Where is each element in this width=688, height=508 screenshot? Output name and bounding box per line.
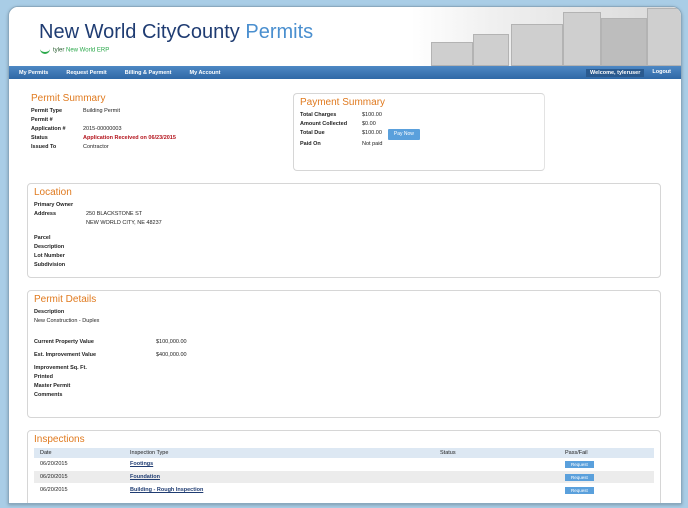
nav-my-permits[interactable]: My Permits [19, 70, 48, 76]
paid-on-label: Paid On [300, 141, 321, 147]
table-header: Date Inspection Type Status Pass/Fail [34, 448, 654, 458]
issued-to-value: Contractor [83, 144, 109, 150]
lot-number-label: Lot Number [34, 253, 65, 259]
details-description-value: New Construction - Duplex [34, 318, 100, 324]
permit-details-section: Permit Details Description New Construct… [27, 290, 661, 418]
inspection-type-link[interactable]: Footings [130, 461, 153, 467]
est-improvement-value-label: Est. Improvement Value [34, 352, 97, 358]
master-permit-label: Master Permit [34, 383, 71, 389]
est-improvement-value: $400,000.00 [156, 352, 187, 358]
page-header: New World CityCounty Permits tyler New W… [9, 7, 681, 66]
inspections-title: Inspections [34, 434, 85, 445]
welcome-text: Welcome, tyleruser [586, 68, 645, 77]
current-property-value: $100,000.00 [156, 339, 187, 345]
main-nav: My Permits Request Permit Billing & Paym… [9, 66, 681, 79]
logo-swoosh-icon [40, 46, 50, 54]
location-section: Location Primary Owner Address 250 BLACKS… [27, 183, 661, 278]
location-title: Location [34, 187, 72, 198]
logo-subtext: New World ERP [66, 47, 110, 54]
row-date: 06/20/2015 [40, 461, 68, 467]
details-description-label: Description [34, 309, 65, 315]
address-line2: NEW WORLD CITY, NE 48237 [86, 220, 162, 226]
permit-summary-title: Permit Summary [31, 93, 106, 104]
app-title-main: New World CityCounty [39, 21, 240, 43]
address-spacer [34, 219, 86, 228]
current-property-value-label: Current Property Value [34, 339, 94, 345]
col-status: Status [440, 450, 456, 456]
address-label: Address [34, 211, 57, 217]
payment-summary-title: Payment Summary [300, 97, 386, 108]
permit-type-label: Permit Type [31, 108, 63, 114]
permit-type-value: Building Permit [83, 108, 120, 114]
improvement-sqft-label: Improvement Sq. Ft. [34, 365, 87, 371]
table-row: 06/20/2015 Building - Rough Inspection R… [34, 484, 654, 497]
amount-collected-label: Amount Collected [300, 121, 348, 127]
total-due-value: $100.00 [362, 130, 382, 136]
inspection-type-link[interactable]: Foundation [130, 474, 160, 480]
payment-summary-section: Payment Summary Total Charges $100.00 Amo… [293, 93, 545, 171]
city-skyline-image [411, 7, 681, 66]
row-date: 06/20/2015 [40, 474, 68, 480]
inspection-type-link[interactable]: Building - Rough Inspection [130, 487, 203, 493]
col-pass-fail: Pass/Fail [565, 450, 588, 456]
app-title: New World CityCounty Permits [39, 21, 313, 44]
permit-number-label: Permit # [31, 117, 53, 123]
comments-label: Comments [34, 392, 63, 398]
permit-summary-section: Permit Summary Permit Type Building Permi… [31, 93, 281, 152]
logo-text: tyler [53, 47, 65, 54]
nav-request-permit[interactable]: Request Permit [66, 70, 106, 76]
row-date: 06/20/2015 [40, 487, 68, 493]
address-line1: 250 BLACKSTONE ST [86, 211, 143, 217]
inspections-table: Date Inspection Type Status Pass/Fail 06… [34, 448, 654, 497]
browser-frame: New World CityCounty Permits tyler New W… [8, 6, 682, 504]
issued-to-label: Issued To [31, 144, 57, 150]
printed-label: Printed [34, 374, 53, 380]
total-charges-label: Total Charges [300, 112, 337, 118]
table-row: 06/20/2015 Foundation Request [34, 471, 654, 484]
tyler-logo: tyler New World ERP [40, 46, 109, 54]
amount-collected-value: $0.00 [362, 121, 376, 127]
request-button[interactable]: Request [565, 473, 594, 481]
pay-now-button[interactable]: Pay Now [387, 129, 420, 140]
parcel-label: Parcel [34, 235, 51, 241]
description-label: Description [34, 244, 65, 250]
request-button[interactable]: Request [565, 486, 594, 494]
total-charges-value: $100.00 [362, 112, 382, 118]
main-content: Permit Summary Permit Type Building Permi… [17, 91, 673, 503]
request-button[interactable]: Request [565, 460, 594, 468]
permit-details-title: Permit Details [34, 294, 97, 305]
application-number-value: 2015-00000003 [83, 126, 122, 132]
inspections-section: Inspections Date Inspection Type Status … [27, 430, 661, 503]
application-number-label: Application # [31, 126, 66, 132]
subdivision-label: Subdivision [34, 262, 66, 268]
logout-link[interactable]: Logout [652, 69, 671, 77]
total-due-label: Total Due [300, 130, 325, 136]
nav-billing-payment[interactable]: Billing & Payment [125, 70, 172, 76]
col-date: Date [40, 450, 52, 456]
nav-right: Welcome, tyleruser Logout [586, 68, 671, 77]
primary-owner-label: Primary Owner [34, 202, 74, 208]
col-inspection-type: Inspection Type [130, 450, 169, 456]
paid-on-value: Not paid [362, 141, 383, 147]
nav-my-account[interactable]: My Account [189, 70, 220, 76]
status-label: Status [31, 135, 48, 141]
app-title-accent: Permits [245, 21, 314, 43]
table-row: 06/20/2015 Footings Request [34, 458, 654, 471]
status-value: Application Received on 06/23/2015 [83, 135, 176, 141]
